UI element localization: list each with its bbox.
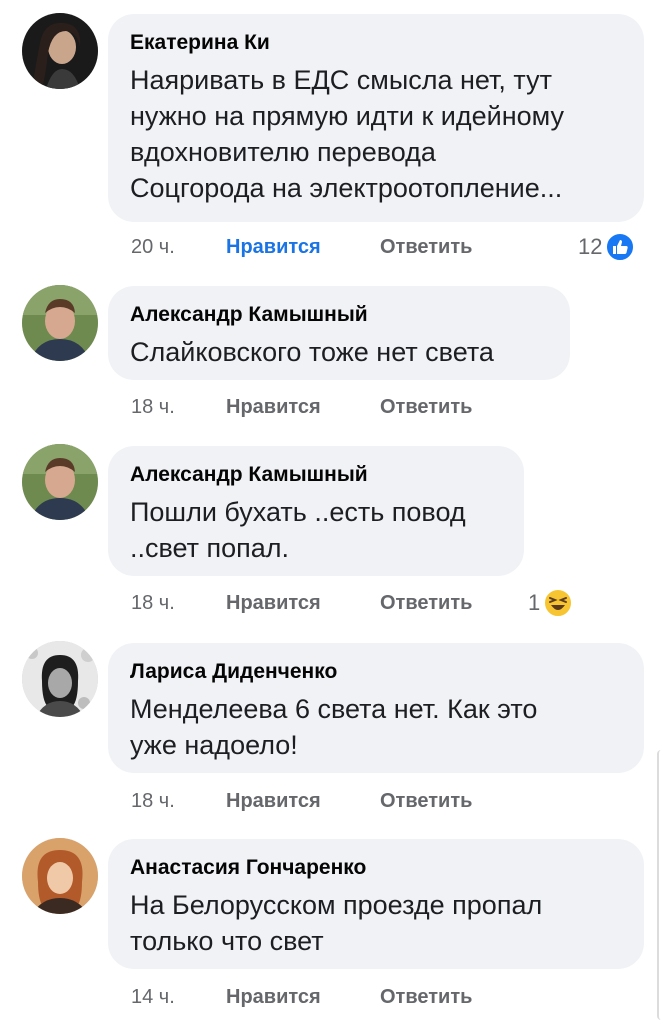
reply-button[interactable]: Ответить bbox=[380, 394, 472, 420]
reaction-count: 12 bbox=[578, 234, 603, 259]
user-photo-icon bbox=[22, 641, 98, 717]
reaction-count: 1 bbox=[528, 590, 541, 615]
laughing-emoji-icon bbox=[543, 588, 574, 618]
comment-timestamp[interactable]: 20 ч. bbox=[131, 234, 175, 260]
like-button[interactable]: Нравится bbox=[226, 234, 321, 260]
comment-author[interactable]: Екатерина Ки bbox=[130, 30, 620, 56]
like-button[interactable]: Нравится bbox=[226, 788, 321, 814]
comment-text: Менделеева 6 света нет. Как это уже надо… bbox=[130, 694, 538, 760]
reply-button[interactable]: Ответить bbox=[380, 234, 472, 260]
comment-timestamp[interactable]: 18 ч. bbox=[131, 394, 175, 420]
like-button[interactable]: Нравится bbox=[226, 590, 321, 616]
comment-timestamp[interactable]: 18 ч. bbox=[131, 590, 175, 616]
comment-bubble: Анастасия Гончаренко На Белорусском прое… bbox=[108, 839, 644, 969]
avatar[interactable] bbox=[22, 285, 98, 361]
comment-bubble: Екатерина Ки Наяривать в ЕДС смысла нет,… bbox=[108, 14, 644, 222]
comment-timestamp[interactable]: 18 ч. bbox=[131, 788, 175, 814]
scrollbar[interactable] bbox=[657, 750, 667, 1020]
avatar[interactable] bbox=[22, 838, 98, 914]
user-photo-icon bbox=[22, 285, 98, 361]
user-photo-icon bbox=[22, 444, 98, 520]
comment-text: Слайковского тоже нет света bbox=[130, 337, 494, 367]
comment-bubble: Александр Камышный Пошли бухать ..есть п… bbox=[108, 446, 524, 576]
comment-bubble: Лариса Диденченко Менделеева 6 света нет… bbox=[108, 643, 644, 773]
user-photo-icon bbox=[22, 838, 98, 914]
comment-bubble: Александр Камышный Слайковского тоже нет… bbox=[108, 286, 570, 380]
like-button[interactable]: Нравится bbox=[226, 394, 321, 420]
reaction-summary[interactable]: 1 bbox=[528, 588, 574, 618]
avatar[interactable] bbox=[22, 641, 98, 717]
comment-author[interactable]: Анастасия Гончаренко bbox=[130, 855, 620, 881]
comment-text: Пошли бухать ..есть повод ..свет попал. bbox=[130, 497, 466, 563]
comment-text: На Белорусском проезде пропал только что… bbox=[130, 890, 543, 956]
reply-button[interactable]: Ответить bbox=[380, 788, 472, 814]
reply-button[interactable]: Ответить bbox=[380, 590, 472, 616]
reply-button[interactable]: Ответить bbox=[380, 984, 472, 1010]
like-icon bbox=[605, 232, 636, 262]
user-photo-icon bbox=[22, 13, 98, 89]
comment-author[interactable]: Александр Камышный bbox=[130, 462, 500, 488]
avatar[interactable] bbox=[22, 444, 98, 520]
reaction-summary[interactable]: 12 bbox=[578, 232, 636, 262]
comment-timestamp[interactable]: 14 ч. bbox=[131, 984, 175, 1010]
comment-text: Наяривать в ЕДС смысла нет, тут нужно на… bbox=[130, 65, 565, 203]
avatar[interactable] bbox=[22, 13, 98, 89]
comment-author[interactable]: Александр Камышный bbox=[130, 302, 546, 328]
like-button[interactable]: Нравится bbox=[226, 984, 321, 1010]
comment-author[interactable]: Лариса Диденченко bbox=[130, 659, 620, 685]
